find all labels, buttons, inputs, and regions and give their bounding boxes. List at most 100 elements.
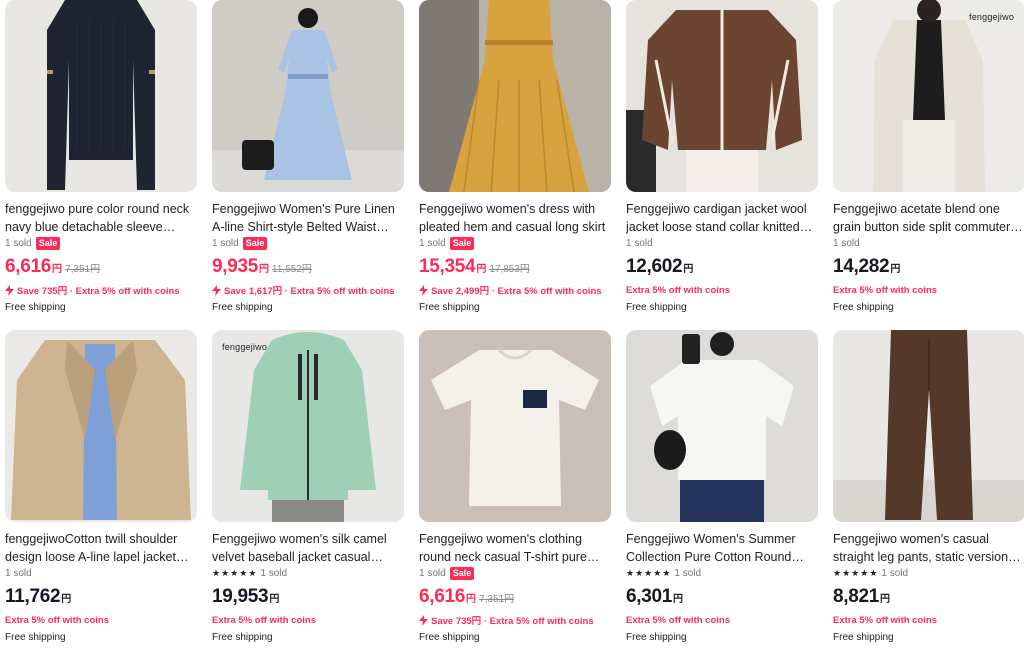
price-value: 14,282 xyxy=(833,256,890,277)
promo-label: Save 735円 · Extra 5% off with coins xyxy=(431,616,594,627)
product-title[interactable]: Fenggejiwo Women's Summer Collection Pur… xyxy=(626,530,818,566)
product-card[interactable]: Fenggejiwo women's clothing round neck c… xyxy=(419,330,611,650)
product-image[interactable] xyxy=(833,330,1024,522)
shipping-label: Free shipping xyxy=(626,632,687,643)
star-icon: ★ xyxy=(635,568,644,578)
product-image[interactable] xyxy=(5,330,197,522)
product-image[interactable] xyxy=(419,330,611,522)
star-icon: ★ xyxy=(212,568,221,578)
product-meta: 1 sold xyxy=(626,236,653,250)
shipping-label: Free shipping xyxy=(212,632,273,643)
product-image[interactable] xyxy=(212,0,404,192)
promo-text: Extra 5% off with coins xyxy=(626,283,730,297)
price-row: 15,354 円 17,853円 xyxy=(419,256,530,278)
currency-suffix: 円 xyxy=(683,264,694,275)
currency-suffix: 円 xyxy=(890,264,901,275)
rating-stars: ★ ★ ★ ★ ★ xyxy=(626,568,670,578)
product-title[interactable]: Fenggejiwo women's silk camel velvet bas… xyxy=(212,530,404,566)
promo-text: Save 735円 · Extra 5% off with coins xyxy=(419,613,594,627)
product-card[interactable]: fenggejiwo Fenggejiwo acetate blend one g… xyxy=(833,0,1024,320)
sold-count: 1 sold xyxy=(626,237,653,249)
product-meta: 1 sold Sale xyxy=(212,236,268,250)
product-card[interactable]: Fenggejiwo women's dress with pleated he… xyxy=(419,0,611,320)
product-title[interactable]: Fenggejiwo women's casual straight leg p… xyxy=(833,530,1024,566)
promo-label: Save 1,617円 · Extra 5% off with coins xyxy=(224,286,395,297)
sold-count: 1 sold xyxy=(674,567,702,579)
product-card[interactable]: Fenggejiwo Women's Summer Collection Pur… xyxy=(626,330,818,650)
product-title[interactable]: fenggejiwo pure color round neck navy bl… xyxy=(5,200,197,236)
price-row: 9,935 円 11,552円 xyxy=(212,256,312,278)
lightning-icon xyxy=(5,284,14,296)
product-card[interactable]: fenggejiwo Fenggejiwo women's silk camel … xyxy=(212,330,404,650)
currency-suffix: 円 xyxy=(476,264,487,275)
shipping-label: Free shipping xyxy=(419,632,480,643)
promo-text: Extra 5% off with coins xyxy=(626,613,730,627)
promo-text: Save 1,617円 · Extra 5% off with coins xyxy=(212,283,395,297)
shipping-label: Free shipping xyxy=(5,302,66,313)
product-title[interactable]: Fenggejiwo women's clothing round neck c… xyxy=(419,530,611,566)
star-icon: ★ xyxy=(833,568,842,578)
promo-text: Extra 5% off with coins xyxy=(212,613,316,627)
sold-count: 1 sold xyxy=(212,237,239,249)
sold-count: 1 sold xyxy=(833,237,860,249)
product-image[interactable]: fenggejiwo xyxy=(212,330,404,522)
product-image[interactable] xyxy=(626,0,818,192)
currency-suffix: 円 xyxy=(880,594,891,605)
price-value: 6,301 xyxy=(626,586,673,607)
sale-badge: Sale xyxy=(242,236,268,250)
product-card[interactable]: fenggejiwo pure color round neck navy bl… xyxy=(5,0,197,320)
product-meta: 1 sold Sale xyxy=(5,236,61,250)
product-card[interactable]: Fenggejiwo women's casual straight leg p… xyxy=(833,330,1024,650)
promo-label: Extra 5% off with coins xyxy=(212,614,316,626)
star-icon: ★ xyxy=(662,568,671,578)
product-image[interactable] xyxy=(419,0,611,192)
price-value: 6,616 xyxy=(419,586,466,607)
price-value: 19,953 xyxy=(212,586,269,607)
product-card[interactable]: Fenggejiwo Women's Pure Linen A-line Shi… xyxy=(212,0,404,320)
original-price: 11,552円 xyxy=(272,264,312,275)
star-icon: ★ xyxy=(851,568,860,578)
original-price: 17,853円 xyxy=(489,264,530,275)
shipping-label: Free shipping xyxy=(833,302,894,313)
star-icon: ★ xyxy=(644,568,653,578)
lightning-icon xyxy=(419,614,428,626)
currency-suffix: 円 xyxy=(61,594,72,605)
star-icon: ★ xyxy=(221,568,230,578)
promo-text: Save 735円 · Extra 5% off with coins xyxy=(5,283,180,297)
shipping-label: Free shipping xyxy=(212,302,273,313)
shipping-label: Free shipping xyxy=(5,632,66,643)
product-image[interactable] xyxy=(5,0,197,192)
product-title[interactable]: Fenggejiwo acetate blend one grain butto… xyxy=(833,200,1024,236)
currency-suffix: 円 xyxy=(52,264,63,275)
price-value: 15,354 xyxy=(419,256,476,277)
product-image[interactable]: fenggejiwo xyxy=(833,0,1024,192)
original-price: 7,351円 xyxy=(479,594,515,605)
star-icon: ★ xyxy=(842,568,851,578)
star-icon: ★ xyxy=(860,568,869,578)
price-row: 11,762 円 xyxy=(5,586,71,608)
sale-badge: Sale xyxy=(449,236,475,250)
product-card[interactable]: fenggejiwoCotton twill shoulder design l… xyxy=(5,330,197,650)
product-title[interactable]: fenggejiwoCotton twill shoulder design l… xyxy=(5,530,197,566)
promo-label: Extra 5% off with coins xyxy=(626,614,730,626)
price-value: 8,821 xyxy=(833,586,880,607)
star-icon: ★ xyxy=(239,568,248,578)
promo-text: Extra 5% off with coins xyxy=(833,283,937,297)
price-value: 6,616 xyxy=(5,256,52,277)
product-title[interactable]: Fenggejiwo Women's Pure Linen A-line Shi… xyxy=(212,200,404,236)
product-card[interactable]: Fenggejiwo cardigan jacket wool jacket l… xyxy=(626,0,818,320)
currency-suffix: 円 xyxy=(466,594,477,605)
star-icon: ★ xyxy=(230,568,239,578)
promo-text: Extra 5% off with coins xyxy=(5,613,109,627)
promo-label: Extra 5% off with coins xyxy=(5,614,109,626)
product-title[interactable]: Fenggejiwo cardigan jacket wool jacket l… xyxy=(626,200,818,236)
promo-label: Save 2,499円 · Extra 5% off with coins xyxy=(431,286,602,297)
shipping-label: Free shipping xyxy=(419,302,480,313)
price-row: 6,616 円 7,351円 xyxy=(5,256,100,278)
product-title[interactable]: Fenggejiwo women's dress with pleated he… xyxy=(419,200,611,236)
star-icon: ★ xyxy=(869,568,878,578)
currency-suffix: 円 xyxy=(259,264,270,275)
product-image[interactable] xyxy=(626,330,818,522)
sale-badge: Sale xyxy=(449,566,475,580)
price-row: 6,616 円 7,351円 xyxy=(419,586,514,608)
